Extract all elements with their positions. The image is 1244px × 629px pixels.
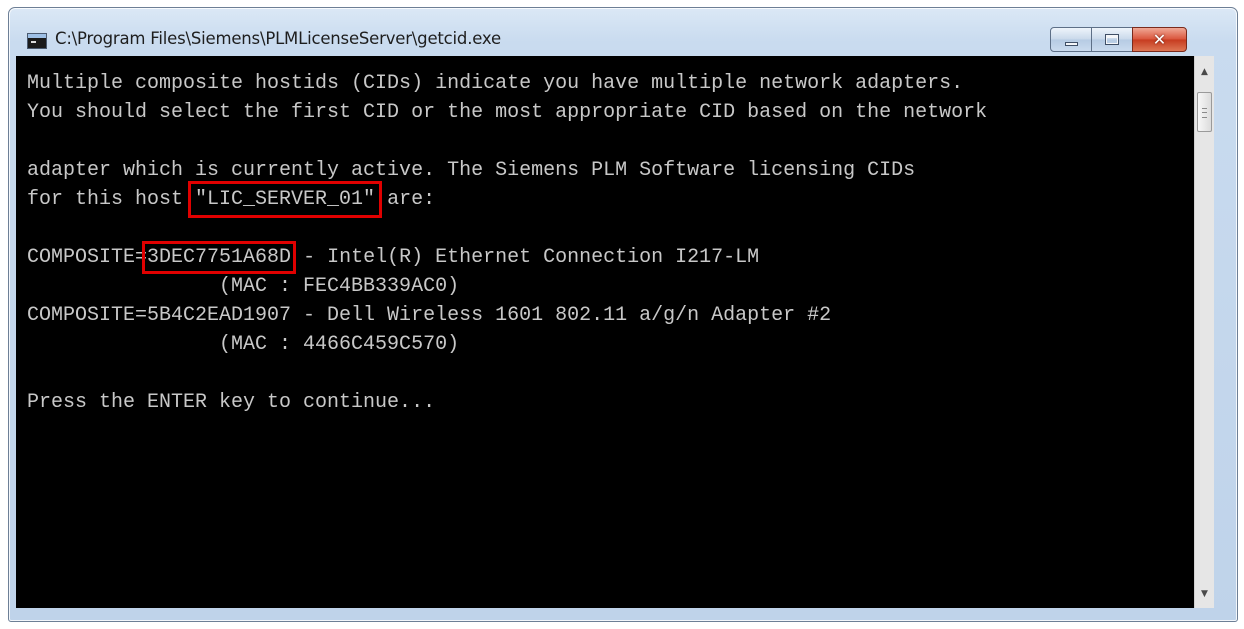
console-line: (MAC : FEC4BB339AC0) <box>27 275 460 298</box>
console-prompt: Press the ENTER key to continue... <box>27 391 436 414</box>
console-line-host: for this host "LIC_SERVER_01" are: <box>27 181 436 218</box>
host-suffix: are: <box>375 188 436 211</box>
host-name-highlight: "LIC_SERVER_01" <box>188 181 383 218</box>
cid1-value-highlight: 3DEC7751A68D <box>142 241 297 274</box>
scroll-up-icon[interactable]: ▲ <box>1195 62 1214 82</box>
cid1-prefix: COMPOSITE= <box>27 246 148 269</box>
console-window-icon[interactable] <box>27 33 47 49</box>
console-output[interactable]: Multiple composite hostids (CIDs) indica… <box>16 56 1194 608</box>
console-line: You should select the first CID or the m… <box>27 101 988 124</box>
scroll-down-icon[interactable]: ▼ <box>1195 584 1214 604</box>
close-icon: ✕ <box>1152 29 1167 49</box>
maximize-button[interactable] <box>1091 27 1133 52</box>
minimize-button[interactable] <box>1050 27 1092 52</box>
scrollbar-thumb[interactable] <box>1197 92 1212 132</box>
host-prefix: for this host <box>27 188 196 211</box>
cid1-description: - Intel(R) Ethernet Connection I217-LM <box>291 246 760 269</box>
console-line: adapter which is currently active. The S… <box>27 159 916 182</box>
console-line: (MAC : 4466C459C570) <box>27 333 460 356</box>
title-bar[interactable]: C:\Program Files\Siemens\PLMLicenseServe… <box>9 8 1237 56</box>
console-line: COMPOSITE=5B4C2EAD1907 - Dell Wireless 1… <box>27 304 832 327</box>
console-line-cid1: COMPOSITE=3DEC7751A68D - Intel(R) Ethern… <box>27 241 760 274</box>
window-title: C:\Program Files\Siemens\PLMLicenseServe… <box>55 29 501 48</box>
maximize-icon <box>1105 34 1119 45</box>
close-button[interactable]: ✕ <box>1132 27 1187 52</box>
minimize-icon <box>1064 41 1078 46</box>
vertical-scrollbar[interactable]: ▲ ▼ <box>1194 56 1214 608</box>
console-line: Multiple composite hostids (CIDs) indica… <box>27 72 964 95</box>
grip-icon <box>1202 108 1207 118</box>
